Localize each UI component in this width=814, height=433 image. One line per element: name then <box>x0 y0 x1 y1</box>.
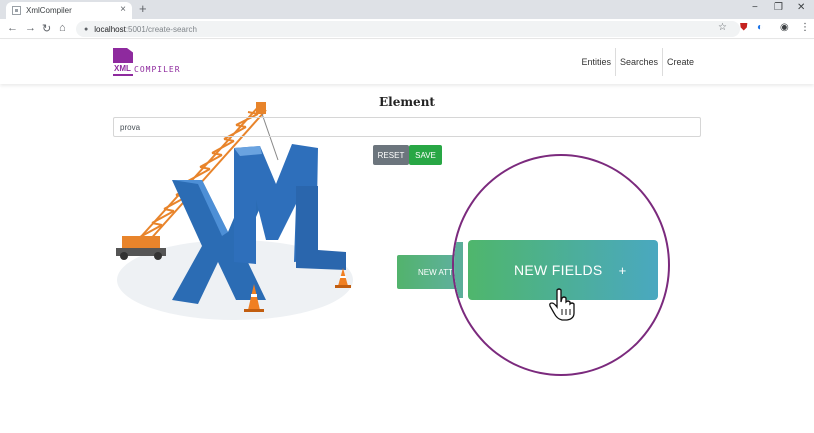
new-attribute-button[interactable]: NEW ATT <box>397 255 459 289</box>
logo-xml-text: XML <box>114 64 131 73</box>
restore-icon[interactable]: ❐ <box>774 2 783 13</box>
extension-shield-icon[interactable]: ⛊ <box>740 22 748 33</box>
address-bar[interactable]: ● localhost:5001/create-search <box>76 21 740 37</box>
tab-title: XmlCompiler <box>26 6 72 15</box>
save-button[interactable]: SAVE <box>409 145 442 165</box>
menu-kebab-icon[interactable]: ⋮ <box>800 22 810 33</box>
close-window-icon[interactable]: ✕ <box>797 2 805 13</box>
page-title: Element <box>379 95 435 109</box>
logo-underline <box>113 74 133 76</box>
url-path: :5001/create-search <box>125 24 197 34</box>
new-tab-button[interactable]: + <box>139 1 147 16</box>
new-attribute-button-edge <box>454 242 463 298</box>
info-icon[interactable]: ● <box>84 26 88 33</box>
logo-document-icon <box>113 48 133 63</box>
bookmark-star-icon[interactable]: ☆ <box>718 22 727 33</box>
profile-icon[interactable]: ◉ <box>780 22 789 33</box>
nav-create[interactable]: Create <box>661 48 698 76</box>
letter-l <box>296 186 346 270</box>
nav-entities[interactable]: Entities <box>577 48 615 76</box>
zoom-callout: NEW FIELDS + <box>452 154 670 376</box>
element-name-input[interactable]: prova <box>113 117 701 137</box>
reload-icon[interactable]: ↻ <box>42 22 51 35</box>
page-favicon-icon <box>12 6 21 15</box>
crane-body <box>122 236 160 250</box>
minimize-icon[interactable]: − <box>752 2 758 13</box>
nav-menu: Entities Searches Create <box>577 48 698 76</box>
new-fields-label: NEW FIELDS <box>514 262 603 278</box>
logo-compiler-text: COMPILER <box>134 65 181 74</box>
browser-tab-strip: XmlCompiler × + − ❐ ✕ <box>0 0 814 19</box>
home-icon[interactable]: ⌂ <box>59 22 66 34</box>
hand-pointer-icon <box>549 288 575 321</box>
reset-button[interactable]: RESET <box>373 145 409 165</box>
browser-tab[interactable]: XmlCompiler × <box>6 2 132 19</box>
app-navbar: XML COMPILER Entities Searches Create <box>0 40 814 84</box>
plus-icon: + <box>618 262 627 278</box>
extension-sound-icon[interactable]: ◐ <box>757 22 763 33</box>
forward-icon[interactable]: → <box>25 22 36 34</box>
xml-compiler-logo[interactable]: XML COMPILER <box>113 48 203 78</box>
tab-close-icon[interactable]: × <box>120 4 126 15</box>
nav-searches[interactable]: Searches <box>614 48 662 76</box>
back-icon[interactable]: ← <box>7 22 18 34</box>
browser-toolbar: ← → ↻ ⌂ ● localhost:5001/create-search ☆… <box>0 19 814 39</box>
url-host: localhost <box>94 24 126 34</box>
